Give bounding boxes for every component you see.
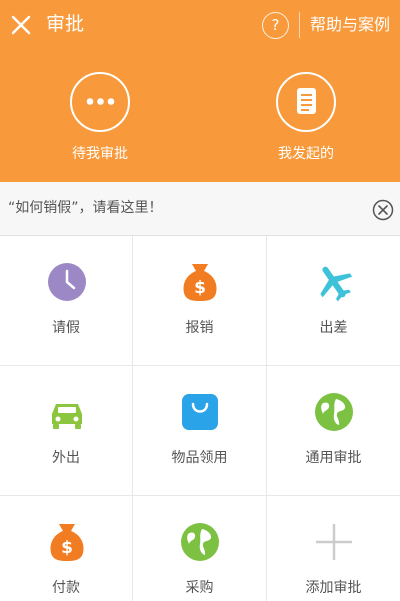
- tab-initiated-by-me[interactable]: 我发起的: [246, 72, 366, 164]
- help-and-cases-link[interactable]: 帮助与案例: [310, 12, 390, 38]
- globe-icon: [315, 393, 353, 431]
- page-title: 审批: [46, 13, 85, 35]
- tab-label: 待我审批: [72, 146, 128, 162]
- top-bar: 审批 ? 帮助与案例: [0, 0, 400, 50]
- grid-item-label: 付款: [52, 580, 80, 596]
- header: 审批 ? 帮助与案例 待我审批 我发起的: [0, 0, 400, 182]
- money-bag-icon: $: [183, 264, 217, 301]
- document-icon: [276, 72, 336, 132]
- money-bag-icon: $: [50, 524, 84, 561]
- tab-pending-approval[interactable]: 待我审批: [40, 72, 160, 164]
- shopping-bag-icon: [182, 394, 218, 430]
- grid-item-label: 报销: [185, 320, 214, 336]
- notice-text[interactable]: “如何销假”，请看这里！: [8, 198, 163, 218]
- divider: [299, 12, 300, 38]
- notice-close-button[interactable]: [372, 199, 394, 221]
- globe-icon: [181, 523, 219, 561]
- grid-item-payment[interactable]: $ 付款: [0, 496, 133, 601]
- grid-item-label: 采购: [185, 580, 214, 596]
- close-circle-icon: [372, 199, 394, 221]
- tab-label: 我发起的: [278, 146, 334, 162]
- close-icon: [11, 15, 31, 35]
- grid-item-label: 出差: [319, 320, 348, 336]
- svg-text:$: $: [61, 538, 73, 558]
- grid-item-leave[interactable]: 请假: [0, 236, 133, 366]
- grid-item-label: 通用审批: [305, 450, 362, 466]
- grid-item-label: 请假: [52, 320, 80, 336]
- help-button[interactable]: ?: [262, 12, 289, 39]
- grid-item-general-approval[interactable]: 通用审批: [267, 366, 400, 496]
- grid-item-reimbursement[interactable]: $ 报销: [133, 236, 267, 366]
- help-question-icon: ?: [271, 16, 280, 34]
- airplane-icon: [320, 266, 353, 302]
- notice-banner[interactable]: “如何销假”，请看这里！: [0, 182, 400, 236]
- grid-item-procurement[interactable]: 采购: [133, 496, 267, 601]
- grid-item-label: 添加审批: [305, 580, 362, 596]
- close-button[interactable]: [8, 12, 34, 38]
- more-dots-icon: [70, 72, 130, 132]
- plus-icon: [316, 524, 352, 560]
- grid-item-supplies-requisition[interactable]: 物品领用: [133, 366, 267, 496]
- clock-icon: [48, 263, 86, 301]
- approval-type-grid: 请假 $ 报销 出差 外出 物品领用 通用审批 $ 付款 采购 添加审批: [0, 236, 400, 601]
- grid-item-business-trip[interactable]: 出差: [267, 236, 400, 366]
- car-icon: [52, 404, 82, 429]
- grid-item-add-approval[interactable]: 添加审批: [267, 496, 400, 601]
- grid-item-go-out[interactable]: 外出: [0, 366, 133, 496]
- svg-text:$: $: [194, 278, 206, 298]
- grid-item-label: 物品领用: [171, 450, 228, 466]
- grid-item-label: 外出: [52, 450, 80, 466]
